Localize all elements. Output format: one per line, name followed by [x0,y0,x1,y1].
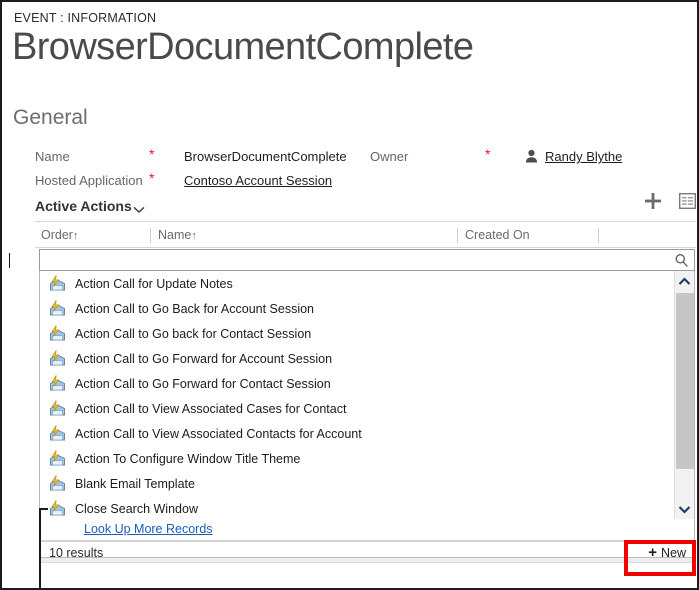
list-item[interactable]: Close Search Window [40,496,657,519]
action-call-icon [49,400,66,417]
action-call-icon [49,475,66,492]
list-item-label: Action To Configure Window Title Theme [75,452,300,466]
list-item[interactable]: Action Call to Go back for Contact Sessi… [40,321,657,346]
panel-bottom-shadow [39,558,695,563]
field-value-owner[interactable]: Randy Blythe [545,149,622,164]
list-item-label: Action Call to Go Back for Account Sessi… [75,302,314,316]
list-item[interactable]: Action Call to Go Back for Account Sessi… [40,296,657,321]
crm-record-form-screenshot: EVENT : INFORMATION BrowserDocumentCompl… [0,0,699,590]
list-item-label: Action Call to Go Forward for Contact Se… [75,377,331,391]
list-item-label: Blank Email Template [75,477,195,491]
field-label-name: Name [35,149,143,164]
lookup-results-panel: Action Call for Update Notes Action Call … [39,271,695,558]
action-call-icon [49,450,66,467]
column-header-order-label: Order [41,228,73,242]
field-value-name: BrowserDocumentComplete [184,149,347,164]
column-header-name[interactable]: Name↑ [158,228,197,242]
field-value-hosted-application[interactable]: Contoso Account Session [184,173,332,188]
search-input[interactable] [46,253,656,268]
column-header-order[interactable]: Order↑ [41,228,78,242]
column-header-divider [35,247,696,248]
action-call-icon [49,350,66,367]
list-item[interactable]: Blank Email Template [40,471,657,496]
list-item[interactable]: Action Call to Go Forward for Contact Se… [40,371,657,396]
text-cursor [9,253,10,268]
list-item-label: Action Call for Update Notes [75,277,233,291]
list-item[interactable]: Action To Configure Window Title Theme [40,446,657,471]
action-call-icon [49,300,66,317]
look-up-more-records-link[interactable]: Look Up More Records [84,522,213,536]
sort-asc-icon-order: ↑ [73,230,79,242]
required-marker-owner: * [485,147,490,161]
action-call-icon [49,375,66,392]
search-icon[interactable] [674,253,689,268]
breadcrumb-eyebrow: EVENT : INFORMATION [14,11,156,25]
required-marker-name: * [149,147,154,161]
section-title-general: General [13,106,88,130]
list-item-label: Action Call to View Associated Cases for… [75,402,346,416]
results-scrollbar[interactable] [674,271,694,519]
field-label-hosted-application: Hosted Application [35,173,143,188]
action-call-icon [49,275,66,292]
field-label-owner: Owner [370,149,408,164]
list-item-label: Close Search Window [75,502,198,516]
column-header-created-on-label: Created On [465,228,530,242]
person-icon [525,149,538,163]
list-item[interactable]: Action Call to View Associated Cases for… [40,396,657,421]
action-call-icon [49,425,66,442]
annotation-highlight-box [624,540,696,576]
scroll-up-arrow-icon[interactable] [675,271,694,291]
look-up-more-records-row: Look Up More Records [40,520,657,542]
subgrid-title-active-actions[interactable]: Active Actions [35,198,132,214]
list-item-label: Action Call to Go Forward for Account Se… [75,352,332,366]
required-marker-hosted-application: * [149,171,154,185]
column-divider-3 [598,228,599,243]
plus-icon[interactable] [643,191,663,211]
list-item-label: Action Call to Go back for Contact Sessi… [75,327,311,341]
annotation-leader-vertical [39,508,41,590]
sort-asc-icon-name: ↑ [191,230,197,242]
column-divider-2 [457,228,458,243]
scrollbar-thumb[interactable] [676,293,694,469]
page-title: BrowserDocumentComplete [12,26,473,69]
action-call-icon [49,500,66,517]
column-divider-1 [150,228,151,243]
list-item[interactable]: Action Call for Update Notes [40,271,657,296]
list-item[interactable]: Action Call to View Associated Contacts … [40,421,657,446]
subgrid-divider [35,221,696,222]
list-item[interactable]: Action Call to Go Forward for Account Se… [40,346,657,371]
action-call-icon [49,325,66,342]
chevron-down-icon[interactable] [132,202,146,212]
list-item-label: Action Call to View Associated Contacts … [75,427,362,441]
grid-icon[interactable] [679,193,696,209]
column-header-created-on[interactable]: Created On [465,228,530,242]
scroll-down-arrow-icon[interactable] [675,499,694,519]
lookup-search-box[interactable] [39,249,695,271]
lookup-results-list[interactable]: Action Call for Update Notes Action Call … [40,271,657,519]
column-header-name-label: Name [158,228,191,242]
